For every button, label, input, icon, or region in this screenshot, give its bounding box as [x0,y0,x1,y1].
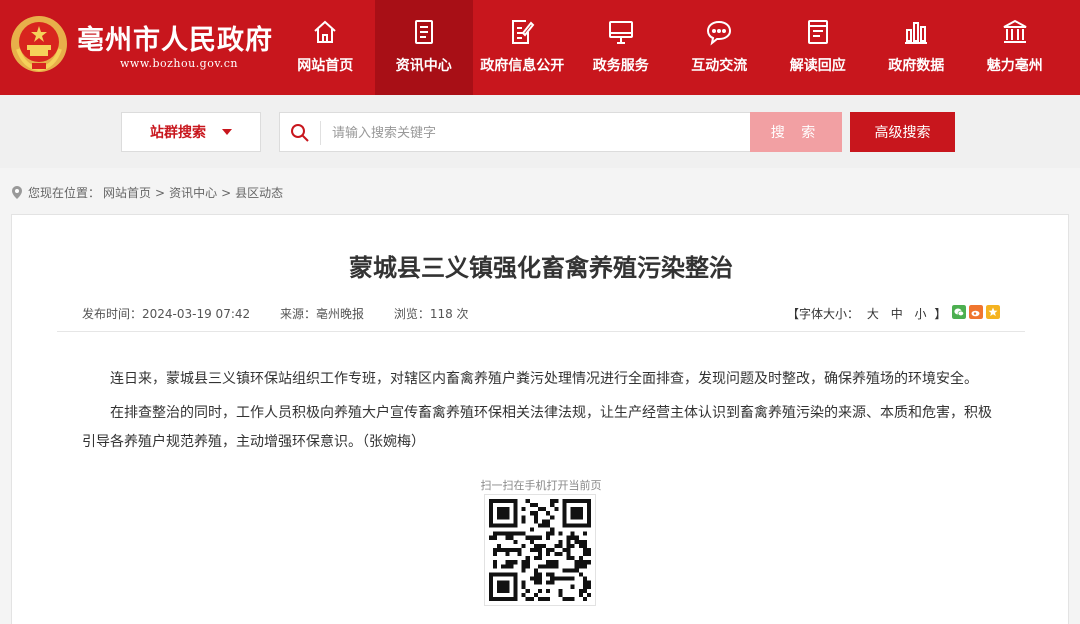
font-size-medium[interactable]: 中 [891,307,903,321]
breadcrumb-prefix: 您现在位置： [28,186,101,200]
search-box [279,112,751,152]
nav-label: 解读回应 [789,58,846,74]
breadcrumb-county-news[interactable]: 县区动态 [235,184,283,201]
landmark-icon [1003,19,1027,43]
search-scope-label: 站群搜索 [150,125,206,141]
nav-label: 政务服务 [592,58,649,74]
nav-label: 魅力亳州 [986,58,1043,74]
home-icon [314,20,336,43]
article-title: 蒙城县三义镇强化畜禽养殖污染整治 [349,254,733,282]
nav-label: 资讯中心 [395,58,452,74]
location-pin-icon [12,186,22,199]
qr-code [484,494,596,606]
view-count: 浏览：118 次 [393,307,469,321]
national-emblem-icon [11,16,67,72]
font-size-label: 【字体大小： [787,307,860,321]
article-body: 连日来，蒙城县三义镇环保站组织工作专班，对辖区内畜禽养殖户粪污处理情况进行全面排… [82,365,992,462]
qr-code-icon [489,499,591,601]
qr-caption: 扫一扫在手机打开当前页 [480,479,602,492]
search-bar: 站群搜索 搜 索 高级搜索 [0,95,1080,168]
bar-chart-icon [905,22,928,44]
news-icon [414,20,433,44]
publish-time: 发布时间：2024-03-19 07:42 [82,307,251,321]
advanced-search-button[interactable]: 高级搜索 [850,112,955,152]
font-size-close: 】 [934,307,947,321]
breadcrumb-home[interactable]: 网站首页 [103,184,151,201]
search-divider [320,121,321,145]
nav-item-interaction[interactable]: 互动交流 [670,0,769,95]
breadcrumb-separator: > [155,185,166,200]
monitor-icon [608,21,633,44]
search-button[interactable]: 搜 索 [750,112,842,152]
site-name[interactable]: 亳州市人民政府 [77,18,273,57]
document-edit-icon [512,20,535,44]
search-scope-dropdown[interactable]: 站群搜索 [121,112,261,152]
site-url: www.bozhou.gov.cn [120,57,239,70]
nav-item-data[interactable]: 政府数据 [867,0,966,95]
breadcrumb-news[interactable]: 资讯中心 [169,184,217,201]
nav-item-interpretation[interactable]: 解读回应 [769,0,868,95]
nav-label: 政府数据 [888,58,945,74]
breadcrumb: 您现在位置： 网站首页 > 资讯中心 > 县区动态 [12,184,283,201]
nav-item-news[interactable]: 资讯中心 [374,0,473,95]
weibo-share-icon[interactable] [969,305,983,319]
font-size-large[interactable]: 大 [867,307,879,321]
chat-icon [707,20,732,46]
nav-label: 政府信息公开 [480,58,565,74]
favorite-star-icon[interactable] [986,305,1000,319]
article-meta: 发布时间：2024-03-19 07:42 来源：亳州晚报 浏览：118 次 [82,305,495,322]
nav-item-services[interactable]: 政务服务 [572,0,671,95]
nav-item-gov-info[interactable]: 政府信息公开 [473,0,572,95]
chevron-down-icon [222,129,232,135]
meta-divider [57,331,1025,332]
share-buttons [952,305,1003,319]
nav-item-charm[interactable]: 魅力亳州 [966,0,1065,95]
article-source: 来源：亳州晚报 [279,307,364,321]
font-size-control: 【字体大小： 大 中 小 】 [787,305,946,322]
wechat-share-icon[interactable] [952,305,966,319]
main-nav: 网站首页 资讯中心 政府信息公开 政务服务 互动交流 解读回应 政府数据 魅力亳… [276,0,1064,95]
search-icon [291,124,309,142]
book-icon [807,20,828,44]
article-panel: 蒙城县三义镇强化畜禽养殖污染整治 发布时间：2024-03-19 07:42 来… [11,214,1069,624]
breadcrumb-separator: > [221,185,232,200]
search-input[interactable] [332,122,732,144]
font-size-small[interactable]: 小 [915,307,927,321]
nav-label: 互动交流 [691,58,748,74]
article-paragraph: 在排查整治的同时，工作人员积极向养殖大户宣传畜禽养殖环保相关法律法规，让生产经营… [82,405,992,450]
article-paragraph: 连日来，蒙城县三义镇环保站组织工作专班，对辖区内畜禽养殖户粪污处理情况进行全面排… [110,371,978,387]
nav-item-home[interactable]: 网站首页 [276,0,375,95]
site-header: 亳州市人民政府 www.bozhou.gov.cn 网站首页 资讯中心 政府信息… [0,0,1080,95]
nav-label: 网站首页 [297,58,354,74]
